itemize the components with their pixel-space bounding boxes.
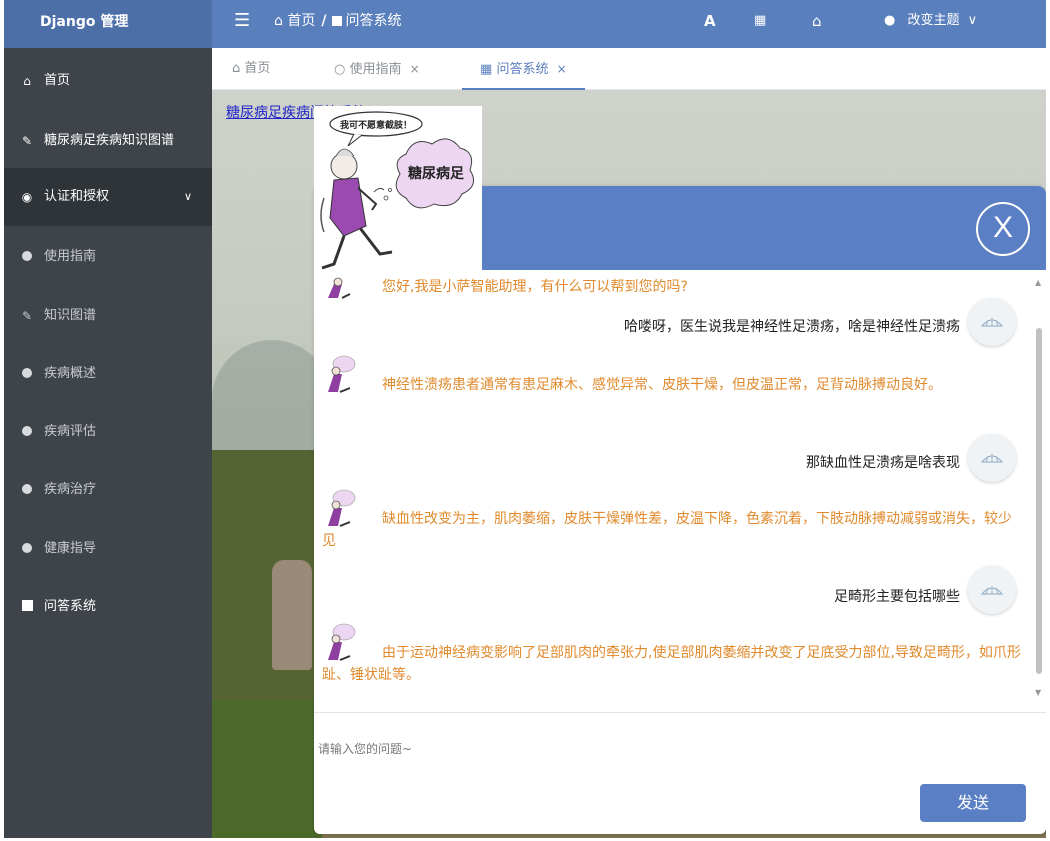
circle-icon	[18, 520, 36, 578]
top-bar: Django 管理 ☰ ⌂ 首页 / 问答系统 A ▦ ⌂ ● 改变主题 ∨	[4, 0, 1046, 48]
sidebar-item-health-guide[interactable]: 健康指导	[4, 520, 212, 578]
circle-outline-icon: ○	[334, 62, 346, 77]
circle-icon	[18, 345, 36, 403]
sidebar-item-label: 疾病评估	[44, 424, 97, 439]
home-icon: ⌂	[274, 13, 283, 29]
user-avatar-icon	[980, 454, 1004, 463]
sidebar-item-label: 糖尿病足疾病知识图谱	[44, 133, 175, 148]
sidebar-item-label: 使用指南	[44, 249, 97, 264]
sidebar-item-label: 认证和授权	[44, 189, 110, 204]
close-icon[interactable]: ×	[557, 62, 567, 76]
pencil-icon: ✎	[21, 134, 33, 148]
user-avatar	[968, 434, 1016, 482]
breadcrumb: ⌂ 首页 / 问答系统	[274, 0, 401, 44]
sidebar-item-assessment[interactable]: 疾病评估	[4, 403, 212, 461]
bot-message: 神经性溃疡患者通常有患足麻木、感觉异常、皮肤干燥，但皮温正常，足背动脉搏动良好。	[382, 377, 942, 393]
sidebar-item-label: 知识图谱	[44, 308, 97, 323]
user-avatar	[968, 566, 1016, 614]
home-shortcut-icon[interactable]: ⌂	[812, 0, 822, 44]
sidebar-item-qa[interactable]: 问答系统	[4, 578, 212, 636]
bot-message: 由于运动神经病变影响了足部肌肉的牵张力,使足部肌肉萎缩并改变了足底受力部位,导致…	[322, 645, 1021, 683]
sidebar-item-home[interactable]: ⌂ 首页	[4, 52, 212, 110]
shield-icon: ◉	[21, 190, 33, 204]
sidebar-item-overview[interactable]: 疾病概述	[4, 345, 212, 403]
brand-title[interactable]: Django 管理	[4, 0, 212, 48]
close-icon[interactable]: ×	[410, 62, 420, 76]
tab-label: 使用指南	[349, 62, 402, 77]
palette-icon: ●	[884, 13, 896, 28]
user-avatar-icon	[980, 318, 1004, 327]
breadcrumb-home[interactable]: 首页	[287, 13, 315, 29]
chat-divider	[314, 712, 1046, 713]
home-icon: ⌂	[232, 61, 241, 76]
chat-scrollbar[interactable]: ▲ ▼	[1034, 272, 1044, 704]
comic-cloud-text: 糖尿病足	[408, 165, 465, 182]
sidebar-item-label: 疾病治疗	[44, 482, 97, 497]
sidebar: ⌂ 首页 ✎ 糖尿病足疾病知识图谱 ◉ 认证和授权 ∨ 使用指南 ✎ 知识图谱 …	[4, 48, 212, 838]
chat-messages: 您好,我是小萨智能助理，有什么可以帮到您的吗? 哈喽呀，医生说我是神经性足溃疡，…	[314, 270, 1038, 710]
background-hedge	[212, 700, 322, 838]
tab-guide[interactable]: ○ 使用指南 ×	[334, 48, 420, 90]
scrollbar-thumb[interactable]	[1036, 328, 1042, 674]
grid-icon	[332, 16, 343, 26]
question-input[interactable]	[318, 738, 918, 760]
app-frame: Django 管理 ☰ ⌂ 首页 / 问答系统 A ▦ ⌂ ● 改变主题 ∨ ⌂ 首…	[4, 0, 1046, 838]
fullscreen-icon[interactable]: ▦	[754, 0, 766, 44]
tab-bar: ⌂ 首页 ○ 使用指南 × ▦ 问答系统 ×	[212, 48, 1046, 90]
theme-label: 改变主题	[907, 13, 960, 28]
tab-label: 问答系统	[496, 62, 549, 77]
chevron-down-icon: ∨	[183, 190, 192, 203]
breadcrumb-current: 问答系统	[345, 13, 402, 29]
sidebar-item-label: 问答系统	[44, 599, 97, 614]
chat-window: X 您好,我是小萨智能助理，有什么可以帮到您的吗? 哈喽呀，医生说我是神经性足溃…	[314, 186, 1046, 834]
sidebar-item-treatment[interactable]: 疾病治疗	[4, 461, 212, 519]
circle-icon	[18, 403, 36, 461]
bot-message: 缺血性改变为主，肌肉萎缩，皮肤干燥弹性差，皮温下降，色素沉着，下肢动脉搏动减弱或…	[322, 511, 1012, 549]
scroll-down-icon[interactable]: ▼	[1035, 688, 1041, 697]
tab-label: 首页	[244, 61, 271, 76]
grid-icon: ▦	[480, 62, 493, 77]
user-avatar	[968, 298, 1016, 346]
user-avatar-icon	[980, 586, 1004, 595]
comic-speech-bubble: 我可不愿意截肢！	[340, 119, 412, 131]
send-button[interactable]: 发送	[920, 784, 1026, 822]
tab-qa[interactable]: ▦ 问答系统 ×	[462, 48, 585, 90]
sidebar-item-label: 健康指导	[44, 541, 97, 556]
pencil-icon: ✎	[21, 309, 33, 323]
background-statue	[272, 560, 312, 670]
sidebar-item-knowledge-graph[interactable]: ✎ 知识图谱	[4, 287, 212, 345]
scroll-up-icon[interactable]: ▲	[1035, 278, 1041, 287]
breadcrumb-separator: /	[321, 13, 327, 29]
sidebar-item-label: 首页	[44, 73, 71, 88]
user-message: 哈喽呀，医生说我是神经性足溃疡，啥是神经性足溃疡	[624, 319, 960, 335]
circle-icon	[18, 461, 36, 519]
sidebar-item-guide[interactable]: 使用指南	[4, 228, 212, 286]
bot-message: 您好,我是小萨智能助理，有什么可以帮到您的吗?	[382, 279, 688, 295]
sidebar-item-knowledge-graph-app[interactable]: ✎ 糖尿病足疾病知识图谱	[4, 112, 212, 170]
chat-close-button[interactable]: X	[976, 202, 1030, 256]
user-message: 那缺血性足溃疡是啥表现	[806, 455, 960, 471]
menu-toggle-icon[interactable]: ☰	[234, 0, 250, 44]
square-icon	[18, 578, 36, 636]
home-icon: ⌂	[23, 74, 31, 88]
diabetic-foot-comic-image: 我可不愿意截肢！ 糖尿病足	[314, 106, 482, 272]
circle-icon	[18, 228, 36, 286]
tab-home[interactable]: ⌂ 首页	[232, 48, 270, 90]
sidebar-item-label: 疾病概述	[44, 366, 97, 381]
user-message: 足畸形主要包括哪些	[834, 589, 960, 605]
sidebar-item-auth[interactable]: ◉ 认证和授权 ∨	[4, 168, 212, 226]
chevron-down-icon: ∨	[967, 13, 978, 28]
font-size-icon[interactable]: A	[704, 0, 716, 44]
theme-switcher[interactable]: ● 改变主题 ∨	[884, 0, 977, 44]
